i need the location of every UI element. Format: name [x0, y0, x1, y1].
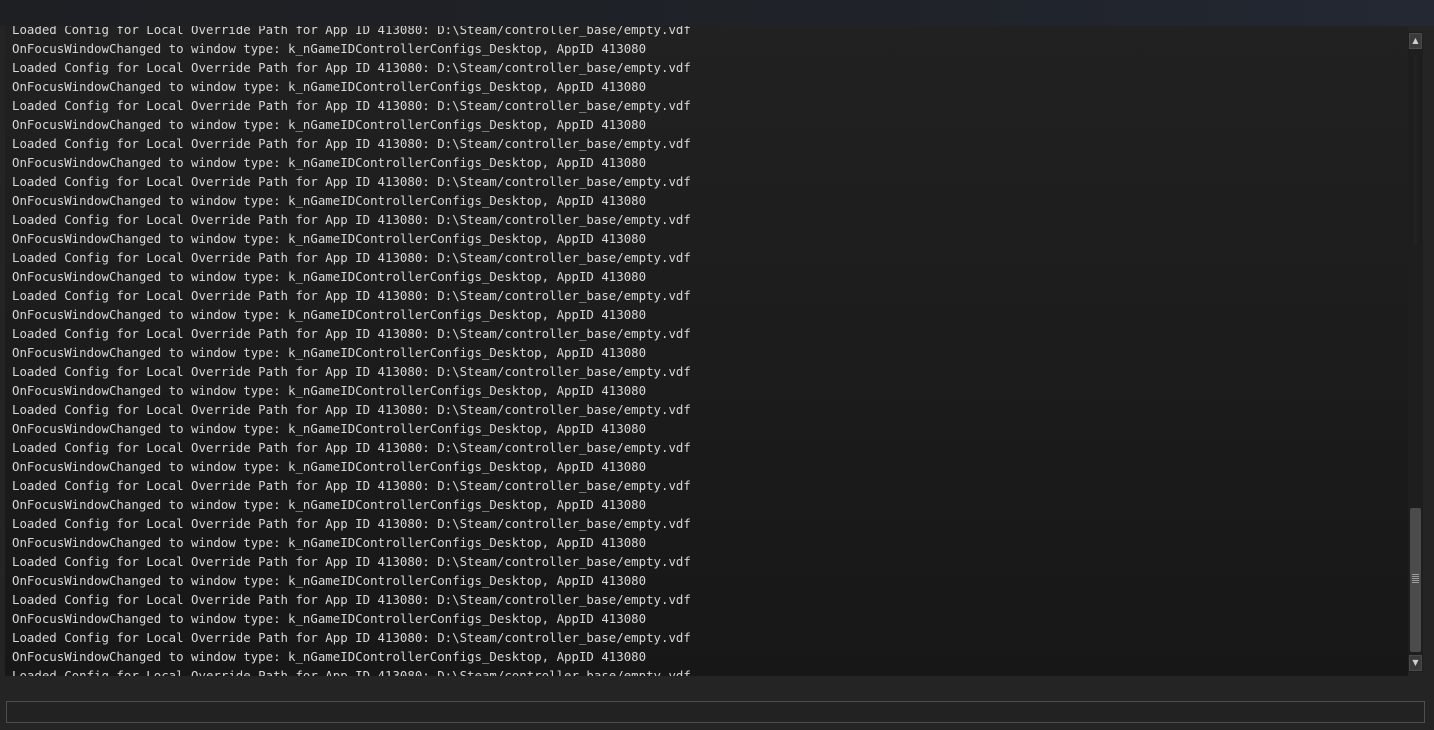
console-line: Loaded Config for Local Override Path fo… [12, 26, 691, 37]
console-line: Loaded Config for Local Override Path fo… [12, 668, 691, 676]
scrollbar-track[interactable] [1410, 55, 1421, 245]
console-line: OnFocusWindowChanged to window type: k_n… [12, 269, 647, 284]
console-line: Loaded Config for Local Override Path fo… [12, 440, 691, 455]
console-line: OnFocusWindowChanged to window type: k_n… [12, 459, 647, 474]
console-line: OnFocusWindowChanged to window type: k_n… [12, 231, 647, 246]
scrollbar-thumb[interactable] [1410, 508, 1421, 652]
console-scrollbar[interactable]: ▲ ▼ [1408, 32, 1423, 672]
console-command-input[interactable] [6, 701, 1425, 723]
grip-icon [1412, 574, 1419, 583]
console-line: OnFocusWindowChanged to window type: k_n… [12, 307, 647, 322]
console-line: OnFocusWindowChanged to window type: k_n… [12, 383, 647, 398]
console-line: OnFocusWindowChanged to window type: k_n… [12, 117, 647, 132]
chevron-up-icon: ▲ [1412, 36, 1419, 45]
console-line: OnFocusWindowChanged to window type: k_n… [12, 497, 647, 512]
console-line: OnFocusWindowChanged to window type: k_n… [12, 535, 647, 550]
console-line: OnFocusWindowChanged to window type: k_n… [12, 649, 647, 664]
window-title-bar [0, 0, 1434, 26]
console-line-list: Loaded Config for Local Override Path fo… [12, 26, 691, 676]
console-line: OnFocusWindowChanged to window type: k_n… [12, 345, 647, 360]
console-line: OnFocusWindowChanged to window type: k_n… [12, 79, 647, 94]
console-line: Loaded Config for Local Override Path fo… [12, 516, 691, 531]
scroll-up-button[interactable]: ▲ [1409, 33, 1422, 49]
console-line: Loaded Config for Local Override Path fo… [12, 630, 691, 645]
console-line: OnFocusWindowChanged to window type: k_n… [12, 41, 647, 56]
console-line: OnFocusWindowChanged to window type: k_n… [12, 155, 647, 170]
console-line: Loaded Config for Local Override Path fo… [12, 60, 691, 75]
console-line: Loaded Config for Local Override Path fo… [12, 288, 691, 303]
console-line: Loaded Config for Local Override Path fo… [12, 592, 691, 607]
console-line: Loaded Config for Local Override Path fo… [12, 212, 691, 227]
console-line: Loaded Config for Local Override Path fo… [12, 402, 691, 417]
console-line: Loaded Config for Local Override Path fo… [12, 98, 691, 113]
console-line: OnFocusWindowChanged to window type: k_n… [12, 573, 647, 588]
console-line: Loaded Config for Local Override Path fo… [12, 364, 691, 379]
console-line: Loaded Config for Local Override Path fo… [12, 136, 691, 151]
scroll-down-button[interactable]: ▼ [1409, 655, 1422, 671]
console-output[interactable]: Loaded Config for Local Override Path fo… [5, 26, 1408, 676]
console-line: OnFocusWindowChanged to window type: k_n… [12, 611, 647, 626]
console-line: Loaded Config for Local Override Path fo… [12, 326, 691, 341]
console-line: OnFocusWindowChanged to window type: k_n… [12, 421, 647, 436]
console-line: Loaded Config for Local Override Path fo… [12, 250, 691, 265]
console-line: Loaded Config for Local Override Path fo… [12, 478, 691, 493]
console-line: OnFocusWindowChanged to window type: k_n… [12, 193, 647, 208]
console-line: Loaded Config for Local Override Path fo… [12, 554, 691, 569]
console-line: Loaded Config for Local Override Path fo… [12, 174, 691, 189]
chevron-down-icon: ▼ [1412, 658, 1419, 667]
